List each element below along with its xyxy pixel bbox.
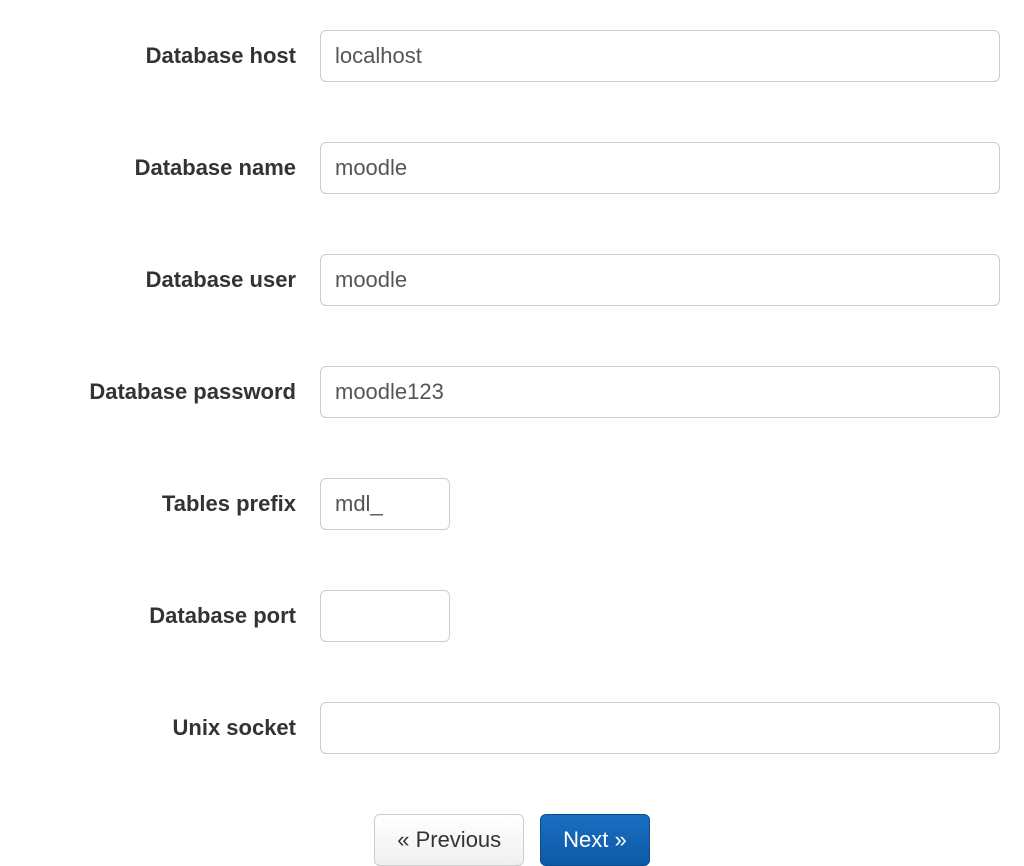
db-name-row: Database name <box>0 142 1024 194</box>
tables-prefix-row: Tables prefix <box>0 478 1024 530</box>
db-host-label: Database host <box>20 43 320 69</box>
db-user-label: Database user <box>20 267 320 293</box>
unix-socket-label: Unix socket <box>20 715 320 741</box>
db-user-row: Database user <box>0 254 1024 306</box>
db-host-input[interactable] <box>320 30 1000 82</box>
next-button[interactable]: Next » <box>540 814 650 866</box>
db-name-input[interactable] <box>320 142 1000 194</box>
tables-prefix-label: Tables prefix <box>20 491 320 517</box>
db-user-input[interactable] <box>320 254 1000 306</box>
nav-button-row: « Previous Next » <box>0 814 1024 866</box>
db-port-row: Database port <box>0 590 1024 642</box>
database-settings-form: Database host Database name Database use… <box>0 30 1024 866</box>
db-host-row: Database host <box>0 30 1024 82</box>
unix-socket-row: Unix socket <box>0 702 1024 754</box>
previous-button[interactable]: « Previous <box>374 814 524 866</box>
db-password-input[interactable] <box>320 366 1000 418</box>
db-port-input[interactable] <box>320 590 450 642</box>
tables-prefix-input[interactable] <box>320 478 450 530</box>
db-password-row: Database password <box>0 366 1024 418</box>
db-password-label: Database password <box>20 379 320 405</box>
db-port-label: Database port <box>20 603 320 629</box>
unix-socket-input[interactable] <box>320 702 1000 754</box>
db-name-label: Database name <box>20 155 320 181</box>
